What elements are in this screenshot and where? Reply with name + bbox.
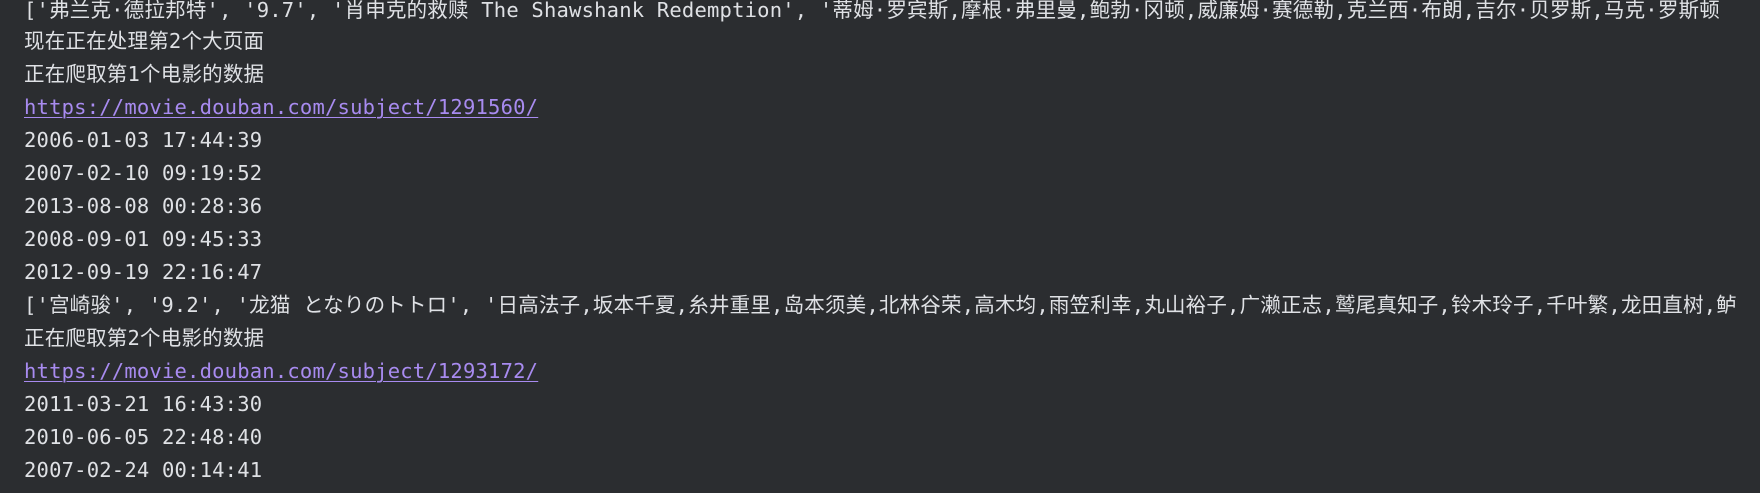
console-line-timestamp: 2010-06-05 22:48:40 <box>24 426 263 449</box>
console-line-status: 现在正在处理第2个大页面 <box>24 30 265 53</box>
console-line-timestamp: 2007-02-24 00:14:41 <box>24 459 263 482</box>
console-line-timestamp: 2006-01-03 17:44:39 <box>24 129 263 152</box>
console-line-url-link[interactable]: https://movie.douban.com/subject/1291560… <box>24 96 1760 129</box>
console-line-status: 正在爬取第1个电影的数据 <box>24 63 265 86</box>
console-output: ['弗兰克·德拉邦特', '9.7', '肖申克的救赎 The Shawshan… <box>24 0 1760 492</box>
console-line-status: 正在爬取第2个电影的数据 <box>24 327 265 350</box>
console-line-url-link[interactable]: https://movie.douban.com/subject/1293172… <box>24 360 1760 393</box>
console-line-timestamp: 2012-09-19 22:16:47 <box>24 261 263 284</box>
console-line-timestamp: 2007-02-10 09:19:52 <box>24 162 263 185</box>
console-line-timestamp: 2008-09-01 09:45:33 <box>24 228 263 251</box>
console-line-timestamp: 2011-03-21 16:43:30 <box>24 393 263 416</box>
console-line-list-output: ['弗兰克·德拉邦特', '9.7', '肖申克的救赎 The Shawshan… <box>24 0 1720 22</box>
console-line-timestamp: 2013-08-08 00:28:36 <box>24 195 263 218</box>
console-output-panel: ['弗兰克·德拉邦特', '9.7', '肖申克的救赎 The Shawshan… <box>0 0 1760 493</box>
console-line-list-output: ['宫崎骏', '9.2', '龙猫 となりのトトロ', '日高法子,坂本千夏,… <box>24 294 1737 317</box>
